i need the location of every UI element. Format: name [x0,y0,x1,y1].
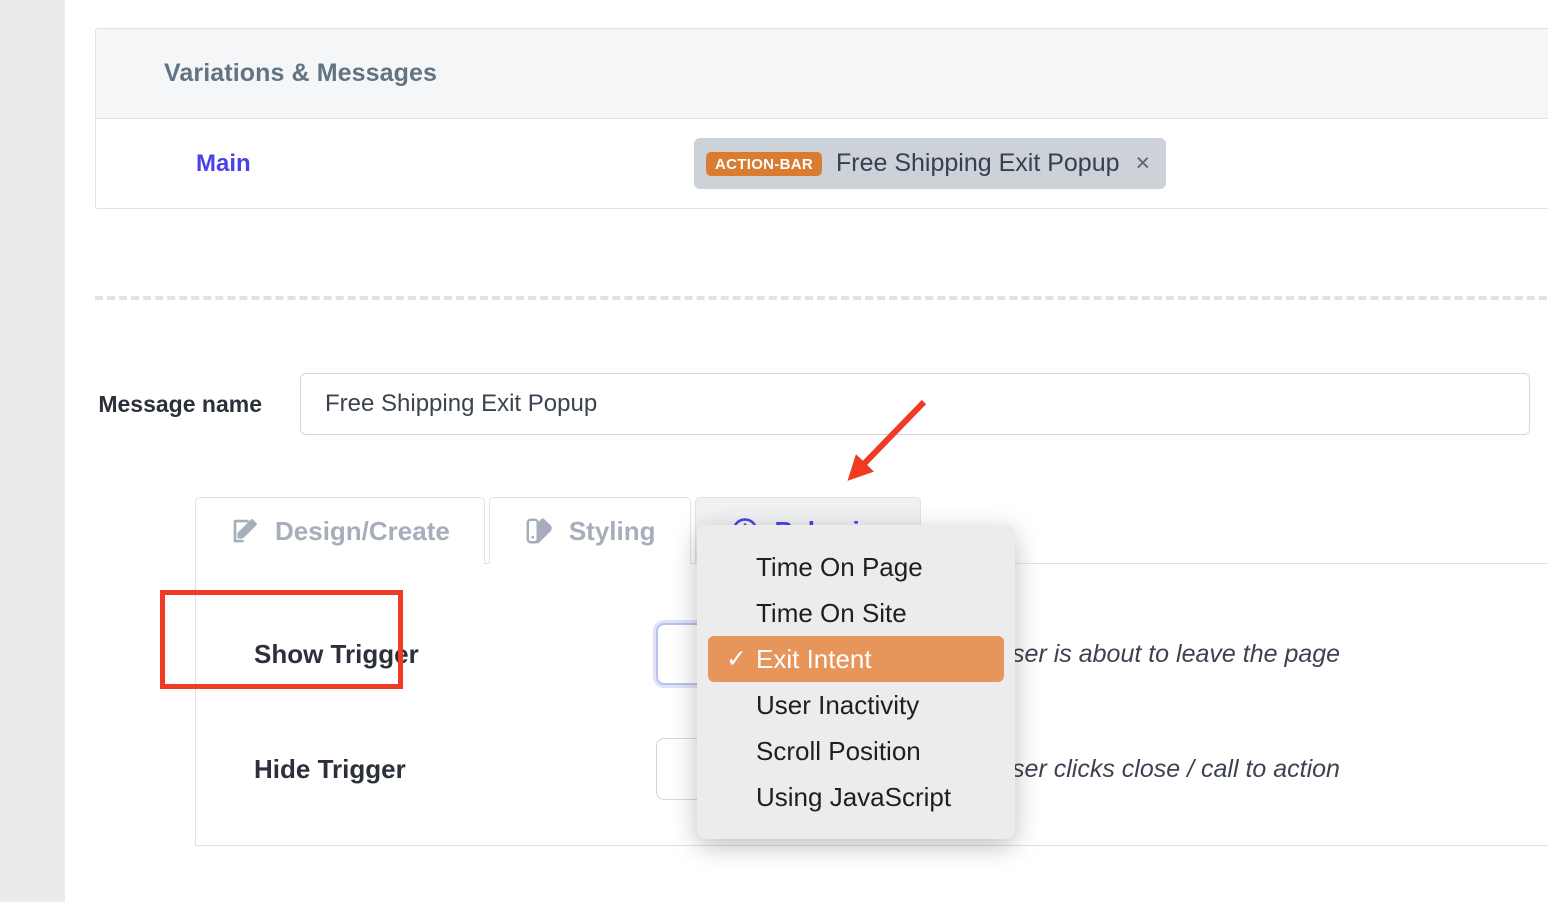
check-icon: ✓ [726,645,747,673]
menu-item-scroll-position[interactable]: ✓ Scroll Position [708,728,1004,774]
check-icon: ✓ [726,552,756,582]
message-chip-label: Free Shipping Exit Popup [836,149,1120,177]
menu-item-label: Time On Page [756,551,923,582]
variation-tab-main[interactable]: Main [196,150,251,178]
menu-item-label: Scroll Position [756,735,921,766]
menu-item-label: Time On Site [756,597,907,628]
check-icon: ✓ [726,690,756,720]
show-trigger-dropdown-menu[interactable]: ✓ Time On Page ✓ Time On Site ✓ Exit Int… [697,525,1015,839]
menu-item-label: Using JavaScript [756,781,952,812]
variations-card-header: Variations & Messages [96,29,1548,119]
section-divider [95,296,1548,300]
check-icon: ✓ [726,782,756,812]
menu-item-label: User Inactivity [756,689,920,720]
check-icon: ✓ [726,598,756,628]
palette-icon [524,516,554,546]
hide-trigger-hint: User clicks close / call to action [994,754,1340,783]
status-badge: ACTION-BAR [706,151,822,176]
close-icon[interactable]: × [1136,151,1151,176]
hide-trigger-label: Hide Trigger [254,753,406,784]
check-icon: ✓ [726,736,756,766]
tab-styling[interactable]: Styling [488,497,691,564]
left-sidebar-rail [0,0,65,902]
variations-and-messages-card: Variations & Messages Main ACTION-BAR Fr… [95,28,1548,209]
message-name-row: Message name [65,373,1548,435]
menu-item-time-on-site[interactable]: ✓ Time On Site [708,590,1004,636]
show-trigger-hint: User is about to leave the page [994,639,1341,668]
menu-item-using-javascript[interactable]: ✓ Using JavaScript [708,774,1004,820]
tab-label: Styling [568,515,656,546]
menu-item-time-on-page[interactable]: ✓ Time On Page [708,544,1004,590]
variations-card-body: Main ACTION-BAR Free Shipping Exit Popup… [96,119,1548,208]
message-chip[interactable]: ACTION-BAR Free Shipping Exit Popup × [694,138,1167,189]
show-trigger-label: Show Trigger [254,638,419,669]
menu-item-label: Exit Intent [756,643,872,674]
tab-design-create[interactable]: Design/Create [195,497,485,564]
edit-square-icon [230,516,260,546]
message-name-label: Message name [98,390,262,417]
tab-label: Design/Create [275,515,450,546]
menu-item-user-inactivity[interactable]: ✓ User Inactivity [708,682,1004,728]
menu-item-exit-intent[interactable]: ✓ Exit Intent [708,636,1004,682]
message-name-input[interactable] [300,373,1530,435]
page-title: Variations & Messages [164,59,438,87]
